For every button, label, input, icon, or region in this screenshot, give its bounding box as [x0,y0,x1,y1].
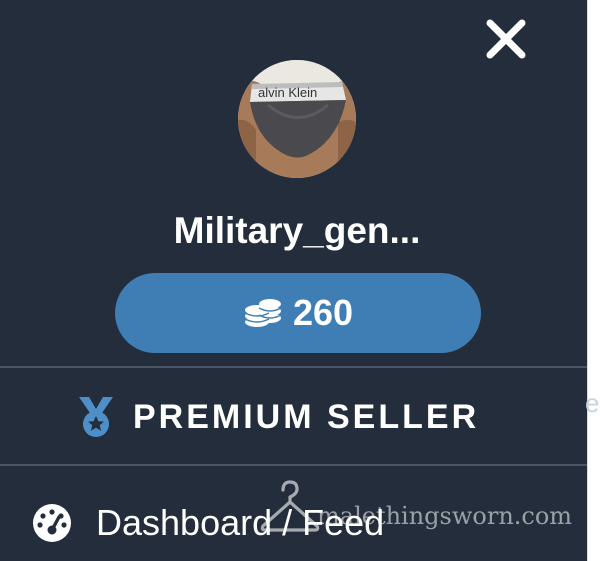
coin-balance-button[interactable]: 260 [115,273,481,353]
coin-balance: 260 [292,292,354,333]
avatar[interactable]: alvin Klein [238,60,356,178]
divider [0,464,587,466]
close-icon [486,19,526,59]
divider [0,366,587,368]
premium-seller-badge[interactable]: PREMIUM SELLER [75,390,479,444]
user-menu-panel: alvin Klein Military_gen... 260 PREMIUM … [0,0,587,561]
page-edge: e [585,0,600,561]
menu-item-dashboard[interactable]: Dashboard / Feed [32,495,384,551]
premium-seller-label: PREMIUM SELLER [133,397,480,436]
page-edge-fragment: e [585,388,600,418]
speedometer-icon [33,504,71,542]
avatar-image: alvin Klein [238,60,356,178]
close-button[interactable] [482,15,530,63]
username: Military_gen... [173,210,421,251]
coins-stack-icon [244,299,282,327]
avatar-caption: alvin Klein [258,85,317,100]
dashboard-label: Dashboard / Feed [96,502,385,543]
medal-icon [79,397,113,437]
